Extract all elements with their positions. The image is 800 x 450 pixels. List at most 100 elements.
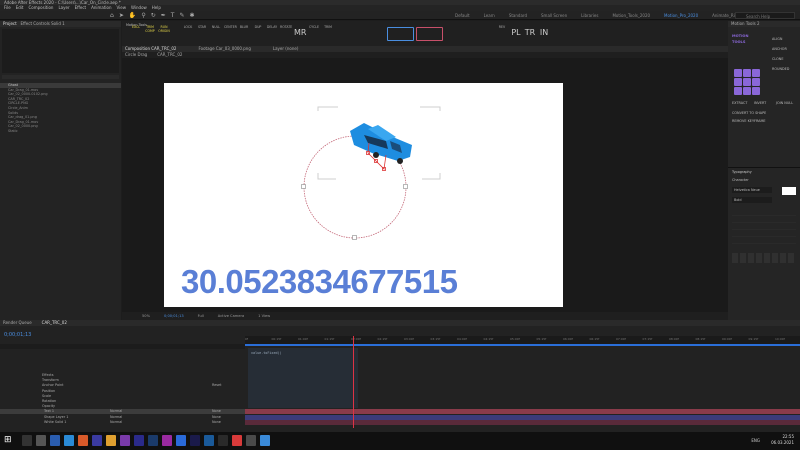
align-tile-icon[interactable] (734, 78, 742, 86)
zoom-tool-icon[interactable]: ⚲ (141, 12, 145, 19)
viewer-tab[interactable]: Layer (none) (273, 46, 299, 51)
plugin-button-pl[interactable]: PL (510, 25, 522, 41)
taskbar-app-icon[interactable] (190, 435, 200, 446)
breadcrumb-item[interactable]: Circle Drag (125, 52, 147, 57)
taskbar-app-icon[interactable] (22, 435, 32, 446)
plugin-button-excl[interactable]: EXCL (130, 25, 142, 41)
hand-tool-icon[interactable]: ✋ (129, 12, 136, 19)
timeline-layer-row[interactable]: White Solid 1 Normal None (0, 420, 245, 425)
viewer-tab[interactable]: Footage Car_03_0000.png (198, 46, 250, 51)
plugin-button-delay[interactable]: DELAY (266, 25, 278, 41)
plugin-button-lock[interactable]: LOCK (182, 25, 194, 41)
workspace-learn[interactable]: Learn (484, 11, 495, 20)
layer-name[interactable]: White Solid 1 (44, 420, 66, 425)
align-tile-icon[interactable] (743, 78, 751, 86)
language-indicator[interactable]: ENG (751, 438, 760, 443)
fill-color-swatch[interactable] (782, 187, 796, 195)
layer-parent[interactable]: None (212, 420, 221, 425)
align-tile-icon[interactable] (752, 87, 760, 95)
windows-start-icon[interactable]: ⊞ (4, 435, 14, 446)
time-ruler[interactable]: 0f 00:15f 01:00f 01:15f 02:00f 02:15f 03:00f 03… (245, 336, 800, 344)
taskbar-app-icon[interactable] (92, 435, 102, 446)
taskbar-app-icon[interactable] (218, 435, 228, 446)
taskbar-app-icon[interactable] (106, 435, 116, 446)
plugin-button-star[interactable]: STAR (196, 25, 208, 41)
taskbar-app-icon[interactable] (120, 435, 130, 446)
plugin-button-dup[interactable]: DUP (252, 25, 264, 41)
composition-preset-box-2[interactable] (416, 27, 443, 41)
motion-tool-convert-to-shape[interactable]: CONVERT TO SHAPE (732, 111, 766, 115)
brush-tool-icon[interactable]: ✎ (179, 12, 184, 19)
home-icon[interactable]: ⌂ (110, 12, 114, 19)
text-style-buttons[interactable] (732, 253, 796, 263)
align-tile-icon[interactable] (734, 69, 742, 77)
motion-tool-invert[interactable]: INVERT (754, 101, 766, 105)
layer-mode[interactable]: Normal (110, 420, 122, 425)
tab-render-queue[interactable]: Render Queue (3, 320, 32, 326)
workspace-standard[interactable]: Standard (509, 11, 527, 20)
project-item[interactable]: Static (0, 129, 121, 134)
plugin-button-center[interactable]: CENTER (224, 25, 237, 41)
current-time[interactable]: 0;00;01;13 (164, 312, 184, 320)
expression-code[interactable]: value.toFixed() (248, 348, 358, 358)
plugin-button-null[interactable]: NULL (210, 25, 222, 41)
workspace-libraries[interactable]: Libraries (581, 11, 598, 20)
rotate-tool-icon[interactable]: ↻ (151, 12, 156, 19)
plugin-button-in[interactable]: IN (538, 25, 550, 41)
workspace-motion-pro-2020[interactable]: Motion_Pro_2020 (664, 11, 698, 20)
motion-tool-clone[interactable]: CLONE (772, 57, 783, 61)
tab-project[interactable]: Project (3, 21, 17, 26)
expression-editor[interactable]: value.toFixed() (248, 348, 358, 408)
taskbar-app-icon[interactable] (162, 435, 172, 446)
motion-tool-remove-keyframe[interactable]: REMOVE KEYFRAME (732, 119, 766, 123)
tab-effect-controls[interactable]: Effect Controls Solid 1 (21, 21, 65, 26)
selection-tool-icon[interactable]: ➤ (119, 12, 124, 19)
text-tool-icon[interactable]: T (171, 12, 175, 19)
taskbar-app-icon[interactable] (232, 435, 242, 446)
align-tile-icon[interactable] (752, 78, 760, 86)
font-style-select[interactable]: Bold (732, 197, 772, 203)
playhead[interactable] (353, 336, 354, 428)
breadcrumb-item[interactable]: CAR_TRC_02 (157, 52, 182, 57)
camera-select[interactable]: Active Camera (218, 312, 244, 320)
motion-tool-anchor[interactable]: ANCHOR (772, 47, 787, 51)
composition-preset-box-1[interactable] (387, 27, 414, 41)
work-area-bar[interactable] (245, 344, 800, 346)
align-tile-icon[interactable] (752, 69, 760, 77)
views-select[interactable]: 1 View (258, 312, 270, 320)
taskbar-app-icon[interactable] (204, 435, 214, 446)
taskbar-app-icon[interactable] (260, 435, 270, 446)
taskbar-app-icon[interactable] (78, 435, 88, 446)
taskbar-app-icon[interactable] (176, 435, 186, 446)
viewer-tab[interactable]: Composition CAR_TRC_02 (125, 46, 176, 51)
motion-tool-extract[interactable]: EXTRACT (732, 101, 747, 105)
search-help-input[interactable]: Search Help (735, 12, 795, 19)
workspace-small-screen[interactable]: Small Screen (541, 11, 567, 20)
plugin-button-run-origin[interactable]: RUN ORIGIN (158, 25, 170, 41)
plugin-button-tr[interactable]: TR (524, 25, 536, 41)
plugin-button-cycle[interactable]: CYCLE (308, 25, 320, 41)
workspace-motion-tools-2020[interactable]: Motion_Tools_2020 (612, 11, 650, 20)
align-tile-icon[interactable] (734, 87, 742, 95)
taskbar-app-icon[interactable] (246, 435, 256, 446)
taskbar-app-icon[interactable] (36, 435, 46, 446)
taskbar-app-icon[interactable] (50, 435, 60, 446)
align-tile-icon[interactable] (743, 69, 751, 77)
plugin-button-rev[interactable]: REV (496, 25, 508, 41)
zoom-select[interactable]: 50% (142, 312, 150, 320)
motion-tool-align[interactable]: ALIGN (772, 37, 782, 41)
pen-tool-icon[interactable]: ✒ (161, 12, 166, 19)
font-family-select[interactable]: Helvetica Neue (732, 187, 772, 193)
plugin-button-trim-comp[interactable]: TRIM COMP (144, 25, 156, 41)
plugin-button-trim[interactable]: TRIM (322, 25, 334, 41)
motion-tool-join-null[interactable]: JOIN NULL (776, 101, 793, 105)
motion-tool-rounded[interactable]: ROUNDED (772, 67, 789, 71)
workspace-default[interactable]: Default (455, 11, 470, 20)
plugin-button-rotate[interactable]: ROTATE (280, 25, 292, 41)
tab-comp[interactable]: CAR_TRC_02 (42, 320, 67, 326)
layer-track[interactable] (245, 419, 800, 425)
taskbar-app-icon[interactable] (134, 435, 144, 446)
puppet-tool-icon[interactable]: ✱ (190, 12, 195, 19)
resolution-select[interactable]: Full (198, 312, 204, 320)
taskbar-app-icon[interactable] (148, 435, 158, 446)
